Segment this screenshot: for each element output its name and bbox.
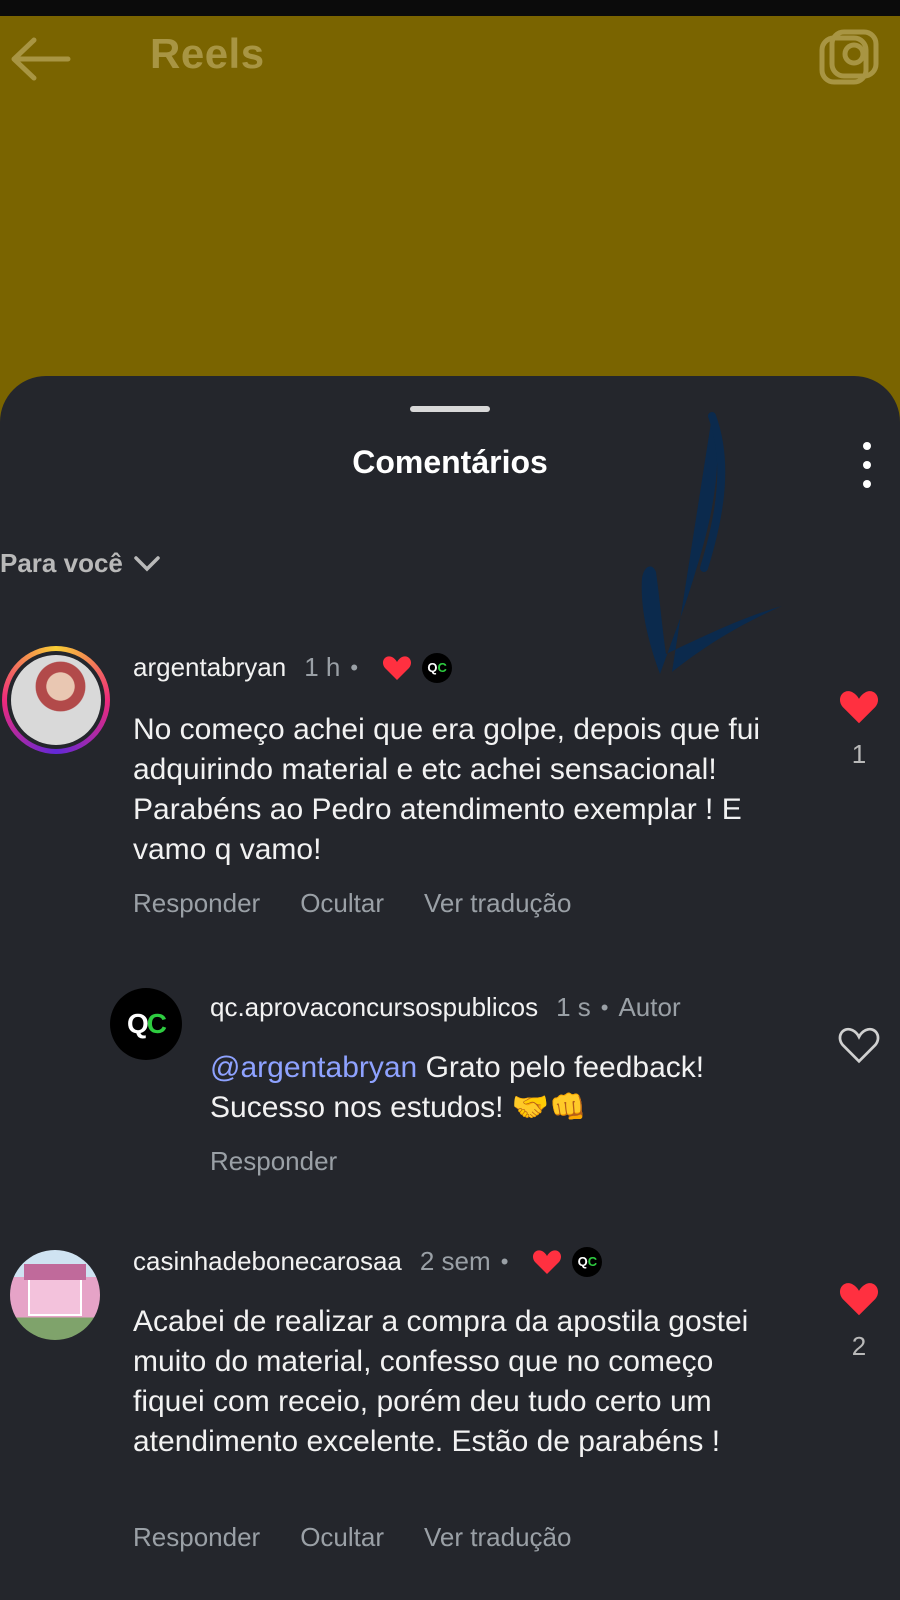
author-tag: Autor bbox=[618, 992, 681, 1022]
creator-avatar-badge: QC bbox=[572, 1246, 603, 1277]
avatar[interactable] bbox=[2, 646, 110, 754]
chevron-down-icon bbox=[134, 555, 160, 571]
separator-dot: • bbox=[600, 994, 609, 1020]
separator-dot: • bbox=[500, 1248, 509, 1274]
comment-username[interactable]: qc.aprovaconcursospublicos 1 s • Autor bbox=[210, 992, 681, 1023]
like-column: 1 bbox=[829, 688, 889, 770]
heart-filled-icon[interactable] bbox=[838, 1280, 880, 1318]
avatar[interactable]: QC bbox=[110, 988, 182, 1060]
creator-liked-heart-icon bbox=[383, 655, 412, 680]
comment-actions: Responder bbox=[210, 1146, 377, 1177]
comment-actions: Responder Ocultar Ver tradução bbox=[133, 888, 611, 919]
back-arrow-icon[interactable] bbox=[10, 34, 74, 84]
comment-time: 1 s bbox=[556, 992, 591, 1022]
comment-filter-dropdown[interactable]: Para você bbox=[0, 548, 161, 579]
reply-button[interactable]: Responder bbox=[133, 1522, 260, 1553]
comment-time: 1 h bbox=[304, 652, 341, 682]
comment-time: 2 sem bbox=[419, 1246, 491, 1276]
status-bar bbox=[0, 0, 900, 16]
username-link[interactable]: argentabryan bbox=[133, 652, 286, 683]
more-options-icon[interactable] bbox=[855, 442, 879, 488]
heart-filled-icon[interactable] bbox=[838, 688, 880, 726]
reply-button[interactable]: Responder bbox=[133, 888, 260, 919]
like-count: 1 bbox=[851, 739, 867, 769]
see-translation-button[interactable]: Ver tradução bbox=[424, 888, 571, 919]
like-column bbox=[829, 1026, 889, 1069]
separator-dot: • bbox=[350, 654, 359, 680]
filter-label: Para você bbox=[0, 548, 123, 578]
username-link[interactable]: casinhadebonecarosaa bbox=[133, 1246, 402, 1277]
comment-username[interactable]: argentabryan 1 h • QC bbox=[133, 652, 453, 683]
heart-outline-icon[interactable] bbox=[838, 1026, 880, 1064]
creator-avatar-badge: QC bbox=[422, 652, 453, 683]
comment-text: Acabei de realizar a compra da apostila … bbox=[133, 1305, 749, 1458]
camera-icon[interactable] bbox=[818, 28, 880, 90]
comment-actions: Responder Ocultar Ver tradução bbox=[133, 1522, 611, 1553]
see-translation-button[interactable]: Ver tradução bbox=[424, 1522, 571, 1553]
qc-logo: QC bbox=[126, 1008, 167, 1039]
comment-username[interactable]: casinhadebonecarosaa 2 sem • QC bbox=[133, 1246, 603, 1277]
mention-link[interactable]: @argentabryan bbox=[210, 1051, 417, 1084]
like-column: 2 bbox=[829, 1280, 889, 1362]
like-count: 2 bbox=[851, 1331, 867, 1361]
comment-text: @argentabryan Grato pelo feedback! Suces… bbox=[210, 1048, 790, 1128]
username-link[interactable]: qc.aprovaconcursospublicos bbox=[210, 992, 538, 1023]
page-title: Reels bbox=[150, 30, 265, 77]
comment-text: No começo achei que era golpe, depois qu… bbox=[133, 713, 761, 866]
comments-title: Comentários bbox=[352, 444, 548, 480]
creator-liked-heart-icon bbox=[533, 1249, 562, 1274]
hide-button[interactable]: Ocultar bbox=[300, 1522, 384, 1553]
avatar[interactable] bbox=[10, 1250, 100, 1340]
hide-button[interactable]: Ocultar bbox=[300, 888, 384, 919]
reply-button[interactable]: Responder bbox=[210, 1146, 337, 1177]
drag-handle[interactable] bbox=[410, 406, 490, 412]
reel-video-background[interactable] bbox=[0, 16, 900, 436]
